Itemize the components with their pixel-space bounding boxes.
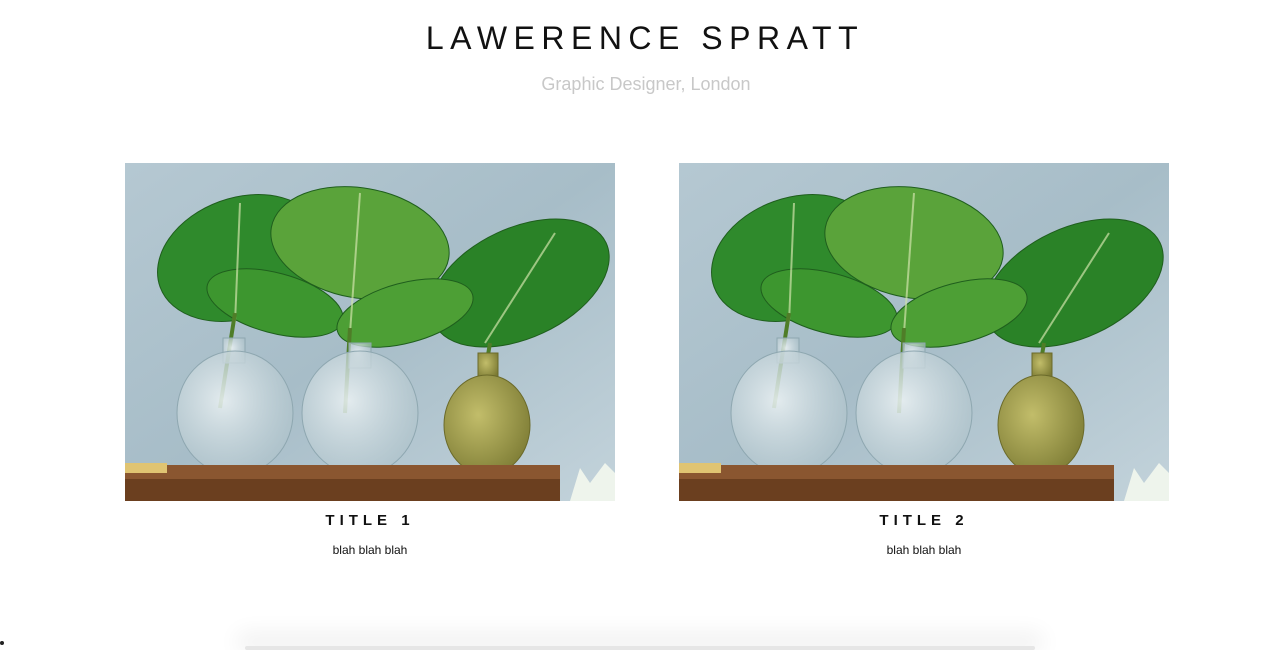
plants-photo [679, 163, 1169, 501]
project-title[interactable]: TITLE 1 [125, 512, 615, 530]
project-title[interactable]: TITLE 2 [679, 512, 1169, 530]
project-card[interactable]: TITLE 1 blah blah blah [125, 163, 615, 557]
footer-bar [245, 646, 1035, 650]
project-card[interactable]: TITLE 2 blah blah blah [679, 163, 1169, 557]
site-subtitle: Graphic Designer, London [541, 74, 751, 94]
plants-photo [125, 163, 615, 501]
project-description: blah blah blah [886, 543, 962, 557]
project-image[interactable] [125, 163, 615, 501]
project-description: blah blah blah [332, 543, 408, 557]
project-image[interactable] [679, 163, 1169, 501]
site-title: LAWERENCE SPRATT [425, 20, 865, 56]
corner-dot [0, 641, 4, 645]
